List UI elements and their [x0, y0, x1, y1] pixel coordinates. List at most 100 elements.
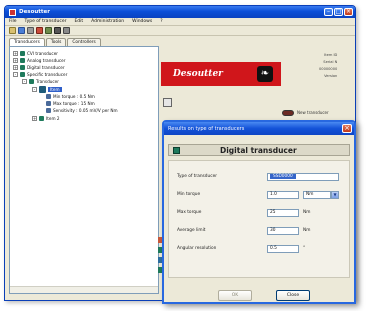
transducer-icon: [29, 79, 34, 84]
tree-item[interactable]: + Item 2: [32, 116, 60, 121]
tree-item-label: Sensitivity : 0.05 mV/V per Nm: [53, 108, 118, 113]
collapse-icon[interactable]: -: [22, 79, 27, 84]
dialog-close-text-button[interactable]: Close: [276, 290, 310, 301]
info-line: Version: [324, 74, 338, 78]
expand-icon[interactable]: +: [13, 51, 18, 56]
ok-button[interactable]: OK: [218, 290, 252, 301]
transducer-icon: [39, 116, 44, 121]
settings-icon[interactable]: [63, 27, 70, 34]
menu-administration[interactable]: Administration: [91, 19, 124, 24]
max-torque-unit: Nm: [303, 210, 311, 215]
menu-file[interactable]: File: [9, 19, 17, 24]
connect-icon[interactable]: [54, 27, 61, 34]
window-title: Desoutter: [19, 9, 50, 15]
dialog-title: Results on type of transducers: [168, 125, 245, 132]
tree-item[interactable]: - Transducer: [22, 79, 59, 84]
info-line: 00000000: [319, 67, 338, 71]
average-limit-field[interactable]: 30: [267, 227, 299, 235]
tree-item-label: Min torque : 0.5 Nm: [53, 94, 95, 99]
horizontal-scrollbar[interactable]: [10, 286, 158, 293]
info-panel: Item ID Serial N 00000000 Version: [319, 53, 337, 78]
dialog-form: Type of transducer SSD0000 Min torque 1.…: [168, 160, 350, 278]
menu-help[interactable]: ?: [160, 19, 162, 24]
property-icon: [46, 101, 51, 106]
main-titlebar[interactable]: Desoutter – □ ×: [5, 6, 355, 18]
delete-icon[interactable]: [36, 27, 43, 34]
minimize-button[interactable]: –: [324, 8, 333, 16]
tab-transducers[interactable]: Transducers: [9, 38, 45, 46]
type-label: Type of transducer: [177, 174, 218, 179]
property-icon: [46, 94, 51, 99]
tree-item-selected[interactable]: - Item: [32, 86, 62, 93]
tab-strip: Transducers Tools Controllers: [9, 38, 101, 46]
expand-icon[interactable]: +: [32, 116, 37, 121]
close-button[interactable]: ×: [344, 8, 353, 16]
angular-resolution-unit: °: [303, 246, 306, 251]
tree-item-label: Item: [48, 87, 62, 92]
transducer-detail-icon[interactable]: [163, 98, 172, 107]
menu-windows[interactable]: Windows: [132, 19, 152, 24]
state-indicator: [282, 110, 294, 116]
max-torque-field[interactable]: 25: [267, 209, 299, 217]
average-limit-label: Average limit: [177, 228, 206, 233]
dialog-heading: Digital transducer: [220, 145, 297, 155]
angular-resolution-label: Angular resolution: [177, 246, 217, 251]
tree-item-label: Max torque : 15 Nm: [53, 101, 95, 106]
transducer-icon: [20, 51, 25, 56]
info-line: Serial N: [323, 60, 338, 64]
maximize-button[interactable]: □: [334, 8, 343, 16]
min-torque-field[interactable]: 1.0: [267, 191, 299, 199]
collapse-icon[interactable]: -: [32, 87, 37, 92]
logo-text: Desoutter: [173, 69, 223, 79]
expand-icon[interactable]: +: [13, 58, 18, 63]
transducer-icon: [20, 65, 25, 70]
type-value: SSD0000: [270, 174, 296, 179]
max-torque-label: Max torque: [177, 210, 202, 215]
new-icon[interactable]: [45, 27, 52, 34]
state-text: New transducer: [297, 110, 329, 115]
menu-bar: File Type of transducer Edit Administrat…: [5, 18, 355, 26]
tree-item[interactable]: + Analog transducer: [13, 58, 65, 63]
dialog-titlebar[interactable]: Results on type of transducers ×: [164, 122, 354, 135]
tab-controllers[interactable]: Controllers: [67, 38, 101, 46]
logo-emblem-icon: ❧: [257, 66, 273, 82]
tree-item-label: Analog transducer: [27, 58, 66, 63]
app-icon: [9, 8, 16, 16]
min-torque-label: Min torque: [177, 192, 201, 197]
menu-type-of-transducer[interactable]: Type of transducer: [25, 19, 67, 24]
tree-item[interactable]: - Specific transducer: [13, 72, 67, 77]
chevron-down-icon[interactable]: ▼: [331, 191, 339, 199]
dialog-close-button[interactable]: ×: [342, 124, 352, 133]
average-limit-unit: Nm: [303, 228, 311, 233]
tree-item-label: Item 2: [46, 116, 60, 121]
tree-item-label: Specific transducer: [27, 72, 68, 77]
tree-item[interactable]: Max torque : 15 Nm: [46, 101, 95, 106]
type-field[interactable]: SSD0000: [267, 173, 339, 181]
transducer-dialog: Results on type of transducers × Digital…: [162, 120, 356, 304]
collapse-icon[interactable]: -: [13, 72, 18, 77]
expand-icon[interactable]: +: [13, 65, 18, 70]
transducer-tree: + CVI transducer + Analog transducer + D…: [9, 46, 159, 294]
menu-edit[interactable]: Edit: [74, 19, 83, 24]
transducer-icon: [20, 58, 25, 63]
toolbar: [5, 26, 355, 36]
transducer-icon: [39, 86, 46, 93]
transducer-icon: [20, 72, 25, 77]
digital-transducer-icon: [173, 146, 180, 154]
tree-item[interactable]: + CVI transducer: [13, 51, 58, 56]
property-icon: [46, 108, 51, 113]
tree-item-label: Digital transducer: [27, 65, 65, 70]
tree-item-label: CVI transducer: [27, 51, 59, 56]
tab-tools[interactable]: Tools: [45, 38, 67, 46]
brand-logo: Desoutter ❧: [161, 62, 281, 86]
dialog-header: Digital transducer: [168, 144, 350, 156]
save-icon[interactable]: [18, 27, 25, 34]
open-icon[interactable]: [9, 27, 16, 34]
angular-resolution-field[interactable]: 0.5: [267, 245, 299, 253]
print-icon[interactable]: [27, 27, 34, 34]
info-line: Item ID: [324, 53, 338, 57]
tree-item[interactable]: Sensitivity : 0.05 mV/V per Nm: [46, 108, 118, 113]
tree-item[interactable]: + Digital transducer: [13, 65, 65, 70]
min-torque-unit-select[interactable]: Nm: [303, 191, 331, 199]
tree-item[interactable]: Min torque : 0.5 Nm: [46, 94, 95, 99]
